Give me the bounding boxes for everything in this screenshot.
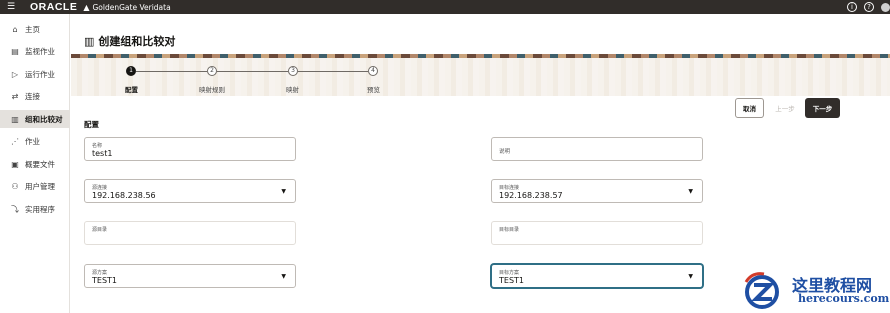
sidebar-item-monitor-jobs[interactable]: ▤ 监视作业 (0, 42, 70, 60)
step-3-indicator[interactable]: 3 (288, 66, 298, 76)
jobs-icon: ⋰ (11, 136, 19, 146)
avatar[interactable] (881, 2, 890, 12)
sidebar-item-label: 用户管理 (25, 181, 55, 191)
info-icon[interactable]: i (847, 2, 857, 12)
target-connection-value: 192.168.238.57 (499, 191, 563, 200)
section-title: 配置 (84, 120, 99, 129)
hamburger-icon[interactable]: ☰ (4, 2, 18, 12)
target-catalog-label: 目标目录 (499, 227, 520, 233)
chevron-down-icon[interactable]: ▼ (688, 273, 693, 280)
home-icon: ⌂ (12, 24, 18, 34)
step-connector (136, 71, 207, 72)
name-value[interactable]: test1 (92, 149, 112, 158)
sidebar-item-label: 连接 (25, 91, 40, 101)
source-connection-value: 192.168.238.56 (92, 191, 156, 200)
groups-icon: ▥ (11, 114, 19, 124)
page-title: 创建组和比较对 (98, 35, 176, 48)
sidebar-item-profiles[interactable]: ▣ 概要文件 (0, 155, 70, 173)
top-bar: ☰ ORACLE ▲ GoldenGate Veridata i ? (0, 0, 890, 14)
sidebar-item-label: 监视作业 (25, 46, 55, 56)
watermark: 这里教程网 herecours.com (742, 268, 890, 313)
sidebar-item-label: 组和比较对 (25, 114, 63, 124)
monitor-icon: ▤ (11, 46, 19, 56)
sidebar: ⌂ 主页 ▤ 监视作业 ▷ 运行作业 ⇄ 连接 ▥ 组和比较对 ⋰ 作业 ▣ 概… (0, 14, 70, 313)
source-connection-select[interactable]: 源连接 192.168.238.56 ▼ (84, 179, 296, 203)
step-2-indicator[interactable]: 2 (207, 66, 217, 76)
connection-icon: ⇄ (11, 91, 19, 101)
source-schema-label: 源方案 (92, 270, 108, 276)
chevron-down-icon[interactable]: ▼ (281, 273, 286, 280)
step-connector (298, 71, 368, 72)
step-4-label: 预览 (367, 86, 380, 94)
target-connection-label: 目标连接 (499, 185, 520, 191)
sidebar-item-connections[interactable]: ⇄ 连接 (0, 87, 70, 105)
columns-icon: ▥ (84, 34, 95, 48)
watermark-logo-icon (744, 272, 779, 309)
sidebar-item-groups[interactable]: ▥ 组和比较对 (0, 110, 70, 128)
goldengate-icon: ▲ (83, 2, 90, 12)
target-connection-select[interactable]: 目标连接 192.168.238.57 ▼ (491, 179, 703, 203)
target-catalog-field[interactable]: 目标目录 (491, 221, 703, 245)
oracle-logo: ORACLE (30, 1, 78, 13)
banner-overlay (71, 58, 890, 96)
source-catalog-label: 源目录 (92, 227, 108, 233)
sidebar-item-label: 主页 (25, 24, 40, 34)
utilities-icon: ⤵ (11, 204, 19, 214)
target-schema-select[interactable]: 目标方案 TEST1 ▼ (491, 264, 703, 288)
run-icon: ▷ (11, 69, 19, 79)
sidebar-item-label: 实用程序 (25, 204, 55, 214)
source-schema-select[interactable]: 源方案 TEST1 ▼ (84, 264, 296, 288)
step-3-label: 映射 (286, 86, 299, 94)
step-1-indicator[interactable]: 1 (126, 66, 136, 76)
step-2-label: 映射规则 (199, 86, 225, 94)
sidebar-item-user-management[interactable]: ⚇ 用户管理 (0, 177, 70, 195)
help-icon[interactable]: ? (864, 2, 874, 12)
watermark-en: herecours.com (798, 292, 890, 305)
source-connection-label: 源连接 (92, 185, 108, 191)
sidebar-item-utilities[interactable]: ⤵ 实用程序 (0, 200, 70, 218)
sidebar-item-label: 概要文件 (25, 159, 55, 169)
source-schema-value: TEST1 (92, 276, 117, 285)
description-label: 说明 (499, 149, 511, 155)
source-catalog-field[interactable]: 源目录 (84, 221, 296, 245)
page-header: ▥ 创建组和比较对 (84, 33, 175, 49)
description-field[interactable]: 说明 (491, 137, 703, 161)
product-name: GoldenGate Veridata (92, 2, 171, 12)
chevron-down-icon[interactable]: ▼ (688, 188, 693, 195)
sidebar-item-home[interactable]: ⌂ 主页 (0, 20, 70, 38)
target-schema-label: 目标方案 (499, 270, 520, 276)
next-button[interactable]: 下一步 (805, 98, 840, 118)
name-field[interactable]: 名称 test1 (84, 137, 296, 161)
sidebar-item-run-jobs[interactable]: ▷ 运行作业 (0, 65, 70, 83)
step-4-indicator[interactable]: 4 (368, 66, 378, 76)
chevron-down-icon[interactable]: ▼ (281, 188, 286, 195)
name-label: 名称 (92, 143, 103, 149)
sidebar-item-label: 作业 (25, 136, 40, 146)
sidebar-item-jobs[interactable]: ⋰ 作业 (0, 132, 70, 150)
sidebar-item-label: 运行作业 (25, 69, 55, 79)
step-1-label: 配置 (125, 86, 138, 94)
profile-icon: ▣ (11, 159, 19, 169)
step-connector (217, 71, 288, 72)
users-icon: ⚇ (11, 181, 19, 191)
cancel-button[interactable]: 取消 (735, 98, 764, 118)
target-schema-value: TEST1 (499, 276, 524, 285)
previous-button[interactable]: 上一步 (770, 98, 800, 118)
